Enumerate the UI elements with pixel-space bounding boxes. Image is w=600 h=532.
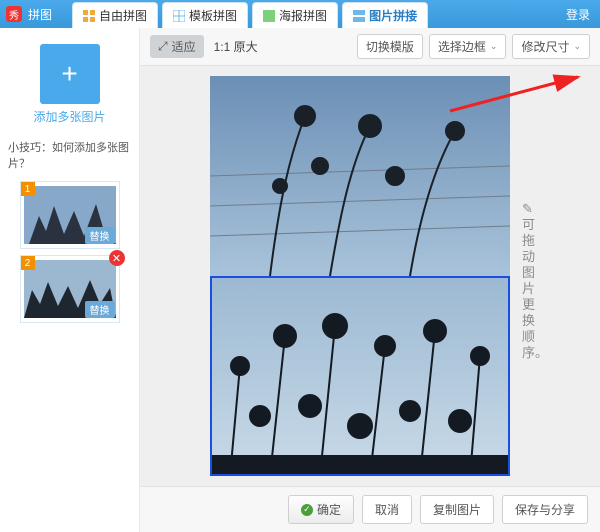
- footer: ✓ 确定 取消 复制图片 保存与分享: [140, 486, 600, 532]
- tab-strip: 自由拼图 模板拼图 海报拼图 图片拼接: [72, 0, 566, 28]
- add-images-button[interactable]: +: [40, 44, 100, 104]
- tab-poster-collage[interactable]: 海报拼图: [252, 2, 338, 28]
- sidebar: + 添加多张图片 小技巧：如何添加多张图片？ 1 替换 2 ✕ 替换: [0, 28, 140, 532]
- panel-image-icon: [210, 276, 510, 476]
- check-icon: ✓: [301, 504, 313, 516]
- cancel-button[interactable]: 取消: [362, 495, 412, 524]
- select-border-button[interactable]: 选择边框 ⌄: [429, 34, 507, 59]
- template-icon: [173, 10, 185, 22]
- btn-label: 切换模版: [366, 38, 414, 55]
- tab-label: 图片拼接: [369, 7, 417, 24]
- btn-label: 选择边框: [438, 38, 486, 55]
- switch-template-button[interactable]: 切换模版: [357, 34, 423, 59]
- btn-label: 修改尺寸: [521, 38, 569, 55]
- canvas[interactable]: ✎可拖动图片更换顺序。: [140, 66, 600, 486]
- confirm-button[interactable]: ✓ 确定: [288, 495, 354, 524]
- chevron-down-icon: ⌄: [490, 41, 498, 52]
- app-logo-icon: 秀: [6, 6, 22, 22]
- thumbnail-1[interactable]: 1 替换: [20, 181, 120, 249]
- tab-label: 海报拼图: [279, 7, 327, 24]
- resize-button[interactable]: 修改尺寸 ⌄: [512, 34, 590, 59]
- save-share-button[interactable]: 保存与分享: [502, 495, 588, 524]
- tab-template-collage[interactable]: 模板拼图: [162, 2, 248, 28]
- poster-icon: [263, 10, 275, 22]
- add-images-label: 添加多张图片: [8, 108, 131, 125]
- btn-label: 确定: [317, 501, 341, 518]
- chevron-down-icon: ⌄: [573, 41, 581, 52]
- tab-image-stitch[interactable]: 图片拼接: [342, 2, 428, 28]
- tip-link[interactable]: 小技巧：如何添加多张图片？: [8, 139, 131, 171]
- drag-annotation: ✎可拖动图片更换顺序。: [522, 201, 538, 361]
- fit-label: 适应: [172, 38, 196, 55]
- delete-thumb-icon[interactable]: ✕: [109, 250, 125, 266]
- app-title: 拼图: [28, 6, 52, 23]
- fit-button[interactable]: ⤢ 适应: [150, 35, 204, 58]
- tab-free-collage[interactable]: 自由拼图: [72, 2, 158, 28]
- fit-icon: ⤢: [158, 39, 168, 54]
- replace-button[interactable]: 替换: [85, 301, 115, 318]
- scale-label: 1:1 原大: [214, 38, 258, 55]
- grid-icon: [83, 10, 95, 22]
- toolbar: ⤢ 适应 1:1 原大 切换模版 选择边框 ⌄ 修改尺寸 ⌄: [140, 28, 600, 66]
- login-link[interactable]: 登录: [566, 6, 590, 23]
- stitch-icon: [353, 10, 365, 22]
- thumbnail-2[interactable]: 2 ✕ 替换: [20, 255, 120, 323]
- tab-label: 模板拼图: [189, 7, 237, 24]
- annotation-arrow-icon: [440, 71, 590, 121]
- stitched-image[interactable]: [210, 76, 510, 476]
- title-bar: 秀 拼图 自由拼图 模板拼图 海报拼图 图片拼接 登录: [0, 0, 600, 28]
- stitch-panel-2[interactable]: [210, 276, 510, 476]
- tab-label: 自由拼图: [99, 7, 147, 24]
- replace-button[interactable]: 替换: [85, 227, 115, 244]
- copy-image-button[interactable]: 复制图片: [420, 495, 494, 524]
- thumb-number: 1: [21, 182, 35, 196]
- main-area: ⤢ 适应 1:1 原大 切换模版 选择边框 ⌄ 修改尺寸 ⌄: [140, 28, 600, 532]
- thumb-number: 2: [21, 256, 35, 270]
